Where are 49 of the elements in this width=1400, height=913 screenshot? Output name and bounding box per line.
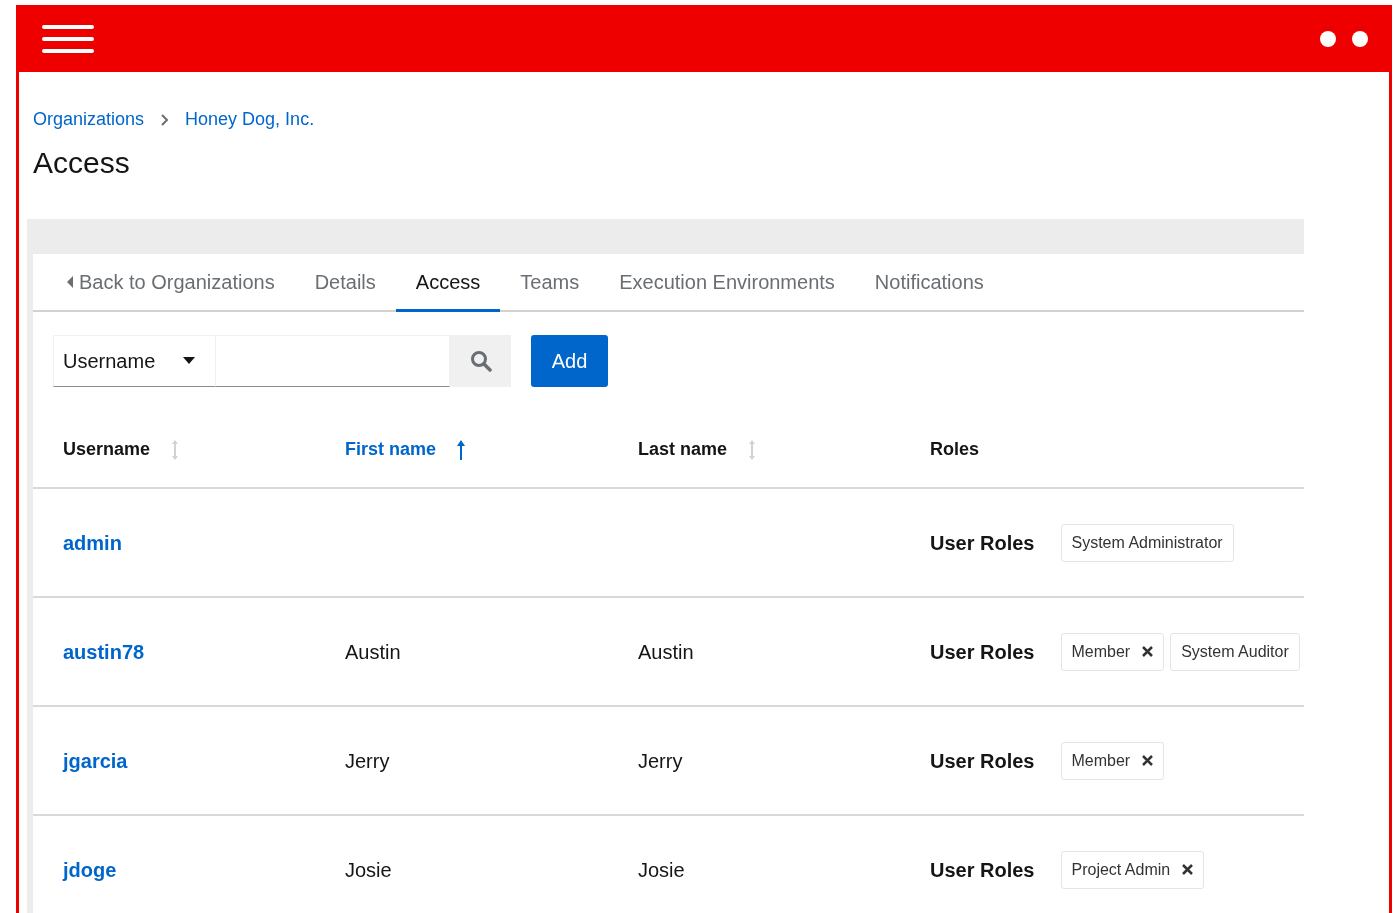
username-link[interactable]: austin78 <box>63 640 145 663</box>
caret-icon <box>183 357 195 365</box>
back-tab[interactable]: Back to Organizations <box>59 254 295 312</box>
table-cell: Josie <box>638 858 685 881</box>
table-cell: Jerry <box>638 749 683 772</box>
tab[interactable]: Teams <box>500 254 600 312</box>
page-title: Access <box>33 145 131 181</box>
chevron-icon <box>160 113 170 126</box>
add-button[interactable]: Add <box>531 335 608 387</box>
search-button[interactable] <box>450 335 511 387</box>
breadcrumb-link[interactable]: Organizations <box>33 106 145 133</box>
roles-label: User Roles <box>930 639 1035 665</box>
role-chip: Member <box>1060 741 1165 780</box>
tab[interactable]: Execution Environments <box>599 254 855 312</box>
close-icon[interactable] <box>1182 864 1194 875</box>
sort-up-icon <box>456 439 467 460</box>
roles-label: User Roles <box>930 530 1035 556</box>
role-chip: Project Admin <box>1060 850 1205 889</box>
tab[interactable]: Access <box>395 254 501 312</box>
column-header[interactable]: Last name <box>638 436 930 463</box>
filter-dropdown[interactable]: Username <box>53 335 216 387</box>
sort-icon <box>747 439 758 460</box>
table-cell: Jerry <box>345 749 390 772</box>
username-link[interactable]: admin <box>63 531 122 554</box>
table-cell: Austin <box>345 640 401 663</box>
table-cell: Josie <box>345 858 392 881</box>
role-chip: System Auditor <box>1170 632 1300 671</box>
column-header[interactable]: Username <box>63 436 345 463</box>
column-header[interactable]: First name <box>345 436 638 463</box>
column-header: Roles <box>930 438 981 461</box>
close-icon[interactable] <box>1142 755 1154 766</box>
search-icon <box>469 350 492 372</box>
sort-icon <box>170 439 181 460</box>
username-link[interactable]: jdoge <box>63 858 117 881</box>
role-chip: Member <box>1060 632 1165 671</box>
roles-label: User Roles <box>930 748 1035 774</box>
breadcrumb-link[interactable]: Honey Dog, Inc. <box>185 106 315 133</box>
table-cell: Austin <box>638 640 694 663</box>
tab[interactable]: Notifications <box>854 254 1004 312</box>
menu-icon[interactable] <box>41 23 95 54</box>
roles-label: User Roles <box>930 857 1035 883</box>
search-field[interactable] <box>216 335 450 387</box>
caret-left-icon <box>67 275 73 288</box>
tab[interactable]: Details <box>294 254 396 312</box>
username-link[interactable]: jgarcia <box>63 749 128 772</box>
role-chip: System Administrator <box>1060 523 1234 562</box>
close-icon[interactable] <box>1142 646 1154 657</box>
dot-icon <box>1352 30 1368 47</box>
dot-icon <box>1320 30 1336 47</box>
